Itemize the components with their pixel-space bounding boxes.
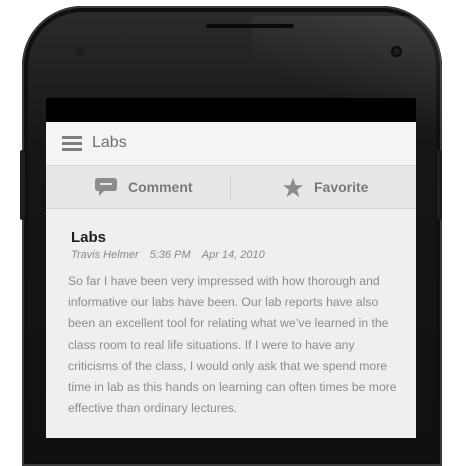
favorite-label: Favorite — [314, 179, 369, 195]
post-date: Apr 14, 2010 — [201, 249, 265, 261]
action-buttons: Comment Favorite — [46, 166, 416, 209]
comment-label: Comment — [128, 179, 193, 195]
post-body: So far I have been very impressed with h… — [68, 274, 397, 416]
proximity-sensor — [76, 48, 84, 56]
star-icon — [282, 177, 304, 197]
screen: Labs Comment Favorite Labs Travis Helmer… — [46, 98, 416, 438]
post-meta: Travis Helmer 5:36 PM Apr 14, 2010 — [71, 249, 265, 261]
side-button-left — [20, 150, 25, 220]
front-camera — [391, 46, 402, 57]
favorite-button[interactable]: Favorite — [282, 166, 368, 208]
post-title: Labs — [71, 229, 107, 246]
comment-bubble-icon — [95, 178, 117, 196]
side-button-right — [437, 150, 442, 220]
menu-icon[interactable] — [62, 136, 82, 152]
status-bar — [46, 98, 416, 122]
action-bar: Labs — [46, 122, 416, 166]
button-divider — [230, 174, 231, 200]
action-bar-title: Labs — [92, 134, 127, 151]
post-content: Labs Travis Helmer 5:36 PM Apr 14, 2010 … — [46, 209, 416, 438]
comment-button[interactable]: Comment — [94, 166, 193, 208]
earpiece-speaker — [206, 24, 294, 28]
post-author: Travis Helmer — [71, 249, 139, 261]
post-time: 5:36 PM — [149, 249, 191, 261]
